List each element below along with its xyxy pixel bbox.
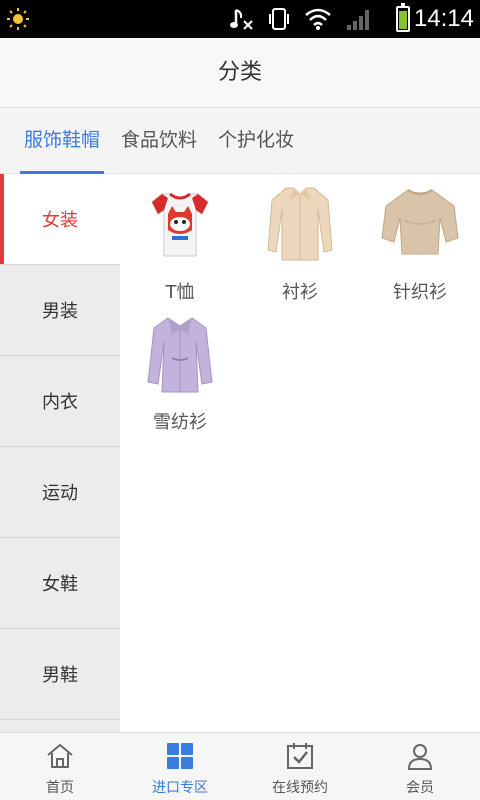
nav-label: 首页: [46, 780, 74, 796]
tab-personal-care[interactable]: 个护化妆: [214, 108, 298, 174]
sidebar-item-sports[interactable]: 运动: [0, 447, 120, 538]
knit-top-icon: [381, 189, 459, 255]
nav-online-booking[interactable]: 在线预约: [240, 733, 360, 800]
status-time: 14:14: [413, 5, 474, 32]
battery-icon: [396, 3, 410, 32]
sidebar: 女装 男装 内衣 运动 女鞋 男鞋: [0, 174, 120, 732]
home-icon: [47, 743, 73, 768]
user-icon: [407, 744, 433, 770]
nav-label: 会员: [406, 780, 434, 796]
sidebar-item-underwear[interactable]: 内衣: [0, 356, 120, 447]
page-title: 分类: [217, 60, 262, 85]
sidebar-item-womens-clothing[interactable]: 女装: [0, 174, 120, 265]
shirt-icon: [267, 187, 333, 261]
grid-icon: [167, 743, 193, 769]
nav-import-zone[interactable]: 进口专区: [120, 733, 240, 800]
nav-home[interactable]: 首页: [0, 733, 120, 800]
sidebar-item-womens-shoes[interactable]: 女鞋: [0, 538, 120, 629]
subcategory-knit-top[interactable]: 针织衫: [360, 180, 480, 310]
subcategory-chiffon-blouse[interactable]: 雪纺衫: [120, 310, 240, 440]
subcategory-shirt[interactable]: 衬衫: [240, 180, 360, 310]
subcategory-grid: T恤 衬衫 针织衫 雪纺衫: [120, 174, 480, 440]
chiffon-blouse-icon: [147, 317, 213, 393]
signal-icon: [347, 10, 369, 30]
subcategory-label: 衬衫: [282, 282, 318, 303]
category-tabs: 服饰鞋帽 食品饮料 个护化妆: [0, 108, 480, 174]
tab-food-drinks[interactable]: 食品饮料: [117, 108, 201, 174]
title-bar: 分类: [0, 38, 480, 108]
wifi-icon: [305, 8, 331, 30]
subcategory-panel: T恤 衬衫 针织衫 雪纺衫: [120, 174, 480, 732]
music-muted-icon: [230, 9, 253, 30]
status-bar: 14:14: [0, 0, 480, 38]
subcategory-tshirt[interactable]: T恤: [120, 180, 240, 310]
calendar-check-icon: [287, 743, 313, 769]
tab-clothing-shoes[interactable]: 服饰鞋帽: [20, 108, 105, 174]
tshirt-icon: [151, 192, 209, 257]
weather-sun-icon: [7, 8, 29, 30]
nav-label: 进口专区: [152, 780, 208, 796]
nav-label: 在线预约: [272, 780, 328, 796]
bottom-nav: 首页 进口专区 在线预约 会员: [0, 732, 480, 800]
nav-member[interactable]: 会员: [360, 733, 480, 800]
subcategory-label: 雪纺衫: [153, 412, 207, 433]
sidebar-item-mens-clothing[interactable]: 男装: [0, 265, 120, 356]
vibrate-icon: [269, 8, 289, 30]
subcategory-label: T恤: [165, 282, 195, 303]
sidebar-item-mens-shoes[interactable]: 男鞋: [0, 629, 120, 720]
subcategory-label: 针织衫: [393, 282, 447, 303]
